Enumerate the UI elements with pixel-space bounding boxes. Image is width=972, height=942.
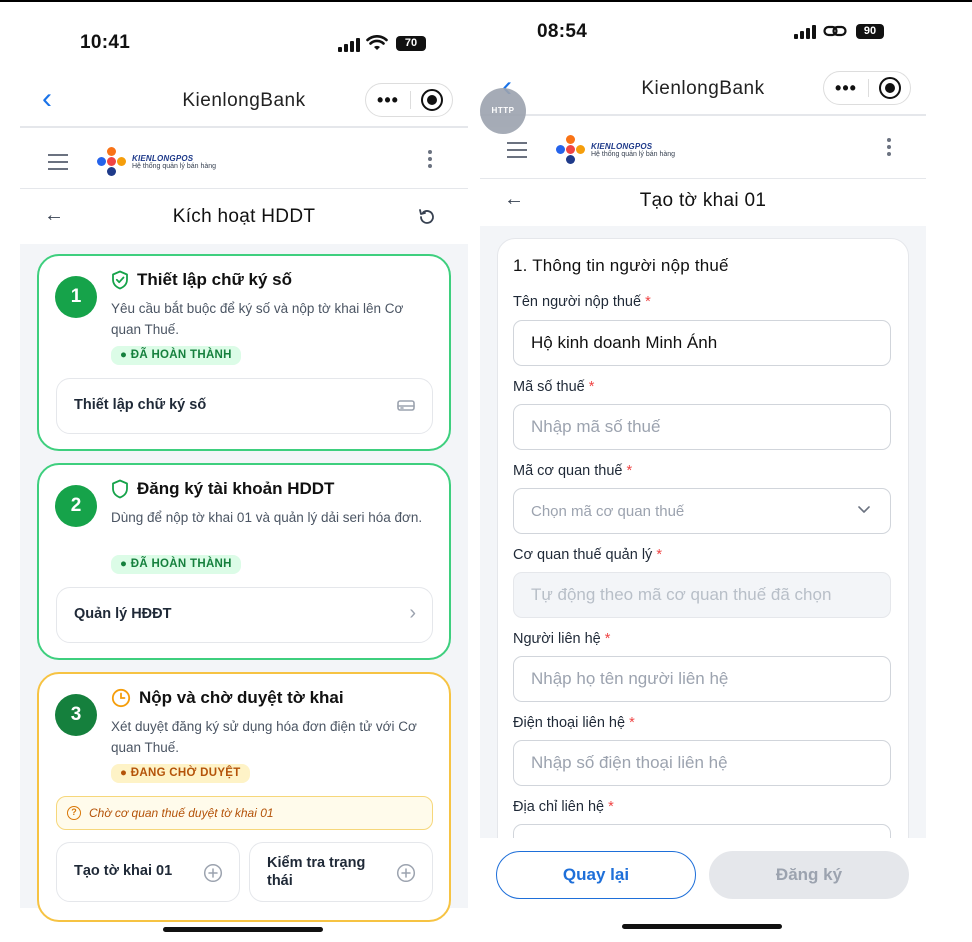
step-card-2: 2 Đăng ký tài khoản HDDT Dùng để nộp tờ … — [37, 463, 451, 660]
plus-circle-icon — [203, 863, 223, 883]
status-badge: ● ĐÃ HOÀN THÀNH — [111, 346, 241, 365]
status-bar: 10:41 70 — [20, 2, 468, 70]
field-label: Mã cơ quan thuế * — [513, 463, 633, 479]
steps-list: 1 Thiết lập chữ ký số Yêu cầu bắt buộc đ… — [20, 244, 468, 922]
battery-icon: 70 — [396, 36, 426, 51]
field-label: Mã số thuế * — [513, 379, 595, 395]
link-icon — [823, 25, 847, 37]
kebab-menu-icon[interactable] — [428, 150, 432, 171]
clock-icon — [111, 688, 131, 708]
page-title: Kích hoạt HDDT — [172, 206, 316, 227]
managing-tax-office-input: Tự động theo mã cơ quan thuế đã chọn — [513, 572, 891, 618]
step-card-1: 1 Thiết lập chữ ký số Yêu cầu bắt buộc đ… — [37, 254, 451, 451]
create-declaration-button[interactable]: Tạo tờ khai 01 — [56, 842, 240, 902]
shield-check-icon — [112, 270, 128, 290]
step-number: 3 — [55, 694, 97, 736]
close-mini-app-icon[interactable] — [879, 77, 901, 99]
screen-activate-einvoice: 10:41 70 ‹ KienlongBank ••• KIENLONGPOS … — [20, 2, 468, 940]
field-label: Tên người nộp thuế * — [513, 294, 651, 310]
step-description: Xét duyệt đăng ký sử dụng hóa đơn điện t… — [111, 719, 417, 755]
mini-app-header: ‹ KienlongBank ••• — [480, 62, 926, 116]
manage-einvoice-button[interactable]: Quản lý HĐĐT › — [56, 587, 433, 643]
question-icon: ? — [67, 806, 81, 820]
tax-code-input[interactable]: Nhập mã số thuế — [513, 404, 891, 450]
chevron-down-icon — [858, 506, 870, 513]
mini-app-capsule: ••• — [823, 71, 911, 105]
pending-notice: ? Chờ cơ quan thuế duyệt tờ khai 01 — [56, 796, 433, 830]
hamburger-menu-icon[interactable] — [48, 154, 68, 175]
back-button[interactable]: Quay lại — [496, 851, 696, 899]
close-mini-app-icon[interactable] — [421, 89, 443, 111]
logo-mark-icon — [555, 134, 587, 166]
section-title: 1. Thông tin người nộp thuế — [513, 256, 729, 275]
kienlongpos-logo: KIENLONGPOS Hệ thống quản lý bán hàng — [96, 146, 216, 178]
field-label: Người liên hệ * — [513, 631, 611, 647]
step-description: Dùng để nộp tờ khai 01 và quản lý dải se… — [111, 510, 423, 525]
step-description: Yêu cầu bắt buộc để ký số và nộp tờ khai… — [111, 301, 404, 337]
step-title: Đăng ký tài khoản HDDT — [111, 479, 334, 499]
status-time: 08:54 — [537, 21, 588, 42]
field-label: Cơ quan thuế quản lý * — [513, 547, 662, 563]
home-indicator — [622, 924, 782, 929]
brand-bar: KIENLONGPOS Hệ thống quản lý bán hàng — [20, 134, 468, 186]
contact-phone-input[interactable]: Nhập số điện thoại liên hệ — [513, 740, 891, 786]
register-button[interactable]: Đăng ký — [709, 851, 909, 899]
logo-mark-icon — [96, 146, 128, 178]
more-options-icon[interactable]: ••• — [366, 90, 410, 111]
battery-icon: 90 — [856, 24, 884, 39]
status-bar: 08:54 90 — [480, 2, 926, 70]
page-title: Tạo tờ khai 01 — [639, 190, 767, 211]
step-card-3: 3 Nộp và chờ duyệt tờ khai Xét duyệt đăn… — [37, 672, 451, 922]
screen-create-declaration: 08:54 90 ‹ KienlongBank ••• HTTP KIENLON… — [480, 2, 926, 940]
signal-icon — [794, 25, 816, 39]
setup-signature-button[interactable]: Thiết lập chữ ký số — [56, 378, 433, 434]
wifi-icon — [366, 35, 388, 50]
kebab-menu-icon[interactable] — [887, 138, 891, 159]
mini-app-capsule: ••• — [365, 83, 453, 117]
mini-app-header: ‹ KienlongBank ••• — [20, 74, 468, 128]
taxpayer-name-input[interactable]: Hộ kinh doanh Minh Ánh — [513, 320, 891, 366]
step-number: 2 — [55, 485, 97, 527]
tax-office-code-select[interactable]: Chọn mã cơ quan thuế — [513, 488, 891, 534]
chevron-right-icon: › — [409, 602, 416, 624]
home-indicator — [163, 927, 323, 932]
page-header: ← Kích hoạt HDDT — [20, 192, 468, 244]
step-number: 1 — [55, 276, 97, 318]
signal-icon — [338, 38, 360, 52]
step-title: Thiết lập chữ ký số — [111, 270, 292, 290]
plus-circle-icon — [396, 863, 416, 883]
field-label: Điện thoại liên hệ * — [513, 715, 635, 731]
page-header: ← Tạo tờ khai 01 — [480, 174, 926, 226]
kienlongpos-logo: KIENLONGPOS Hệ thống quản lý bán hàng — [555, 134, 675, 166]
field-label: Địa chỉ liên hệ * — [513, 799, 614, 815]
status-badge: ● ĐÃ HOÀN THÀNH — [111, 555, 241, 574]
hamburger-menu-icon[interactable] — [507, 142, 527, 163]
usb-token-icon — [397, 400, 415, 411]
more-options-icon[interactable]: ••• — [824, 78, 868, 99]
refresh-icon[interactable] — [417, 207, 437, 227]
check-status-button[interactable]: Kiểm tra trạng thái — [249, 842, 433, 902]
status-time: 10:41 — [80, 32, 131, 53]
step-title: Nộp và chờ duyệt tờ khai — [111, 688, 344, 708]
brand-bar: KIENLONGPOS Hệ thống quản lý bán hàng — [480, 122, 926, 174]
shield-icon — [112, 479, 128, 499]
contact-name-input[interactable]: Nhập họ tên người liên hệ — [513, 656, 891, 702]
status-badge: ● ĐANG CHỜ DUYỆT — [111, 764, 250, 783]
